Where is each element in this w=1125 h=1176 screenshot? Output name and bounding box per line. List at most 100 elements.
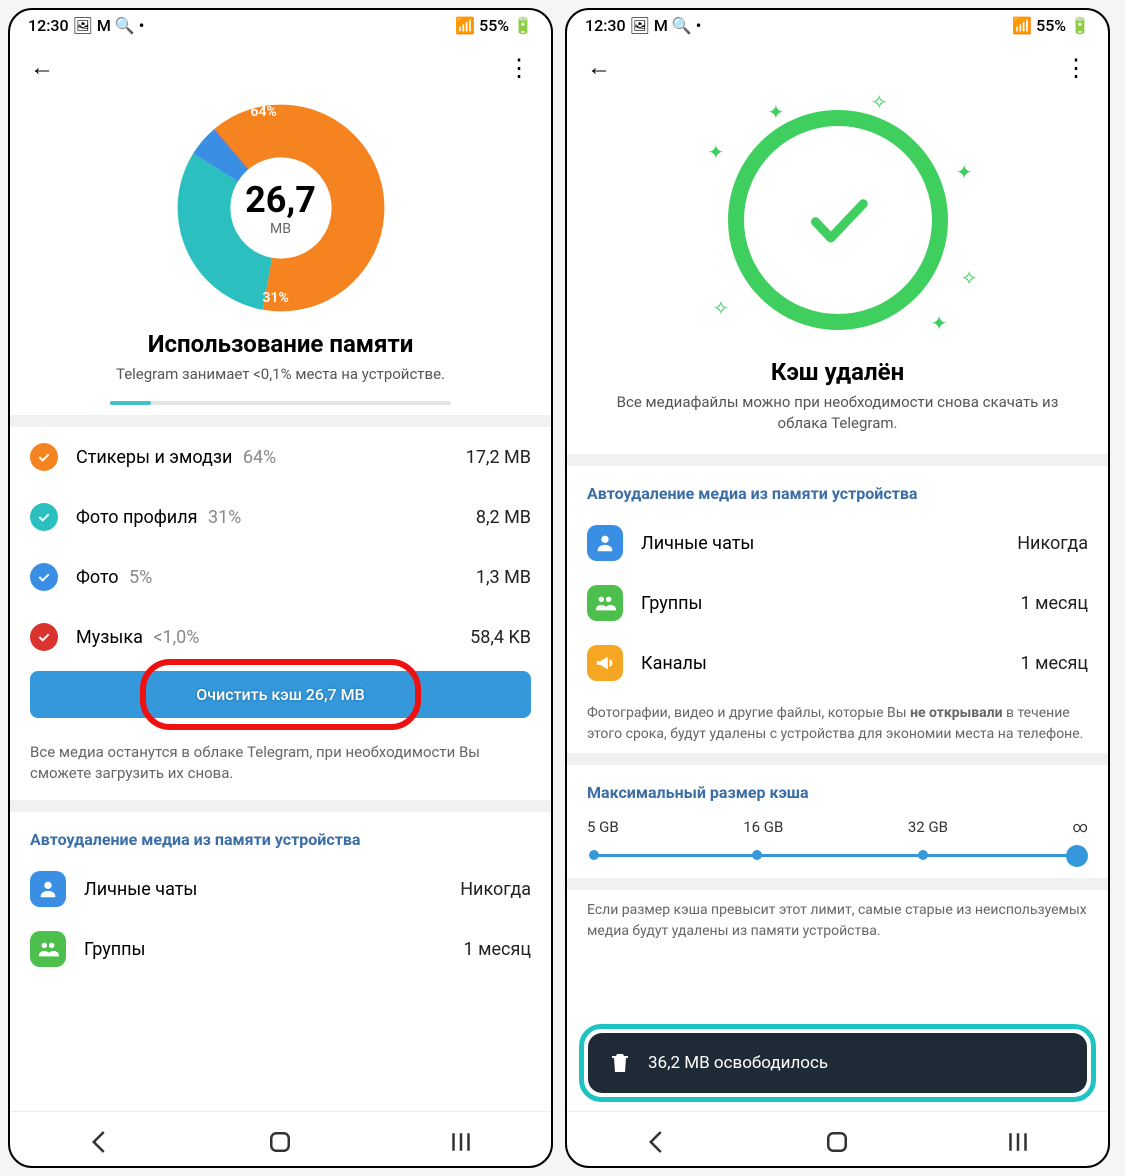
status-icons-right: 📶 bbox=[455, 16, 475, 35]
status-icons-left: 🖼 M 🔍 • bbox=[73, 16, 145, 35]
check-icon bbox=[30, 563, 58, 591]
list-value: Никогда bbox=[1017, 533, 1088, 554]
cache-label: Фото 5% bbox=[76, 567, 476, 588]
page-subtitle: Все медиафайлы можно при необходимости с… bbox=[567, 386, 1108, 440]
cache-label: Музыка <1,0% bbox=[76, 627, 470, 648]
list-row-groups[interactable]: Группы 1 месяц bbox=[567, 573, 1108, 633]
status-battery: 55% bbox=[1036, 16, 1066, 35]
header: ← ⋮ bbox=[567, 41, 1108, 90]
status-icons-left: 🖼 M 🔍 • bbox=[630, 16, 702, 35]
trash-icon bbox=[608, 1051, 632, 1075]
list-value: 1 месяц bbox=[464, 939, 531, 960]
slider-label: 32 GB bbox=[908, 818, 948, 836]
list-value: 1 месяц bbox=[1021, 653, 1088, 674]
nav-home-icon[interactable] bbox=[265, 1132, 295, 1152]
cache-size-slider[interactable]: 5 GB 16 GB 32 GB ∞ bbox=[567, 812, 1108, 878]
section-title: Автоудаление медиа из памяти устройства bbox=[567, 466, 1108, 513]
autodelete-footnote: Фотографии, видео и другие файлы, которы… bbox=[567, 693, 1108, 753]
back-icon[interactable]: ← bbox=[587, 53, 611, 82]
list-label: Каналы bbox=[641, 653, 1021, 674]
donut-pct-1: 31% bbox=[263, 290, 289, 306]
section-title: Максимальный размер кэша bbox=[567, 765, 1108, 812]
divider bbox=[10, 415, 551, 427]
check-icon bbox=[30, 443, 58, 471]
phone-left: 12:30🖼 M 🔍 • 📶55%🔋 ← ⋮ 26,7 MB 64% 31% bbox=[8, 8, 553, 1168]
divider bbox=[567, 753, 1108, 765]
slider-label: 5 GB bbox=[587, 818, 619, 836]
slider-thumb[interactable] bbox=[1066, 845, 1088, 867]
person-icon bbox=[30, 871, 66, 907]
status-icons-right: 📶 bbox=[1012, 16, 1032, 35]
donut-unit: MB bbox=[245, 221, 316, 237]
cache-size-footnote: Если размер кэша превысит этот лимит, са… bbox=[567, 890, 1108, 950]
cache-size: 58,4 KB bbox=[470, 627, 531, 648]
divider bbox=[567, 454, 1108, 466]
cache-list: Стикеры и эмодзи 64% 17,2 MB Фото профил… bbox=[10, 427, 551, 667]
list-row-groups[interactable]: Группы 1 месяц bbox=[10, 919, 551, 979]
annotation-highlight: 36,2 MB освободилось bbox=[579, 1024, 1096, 1102]
page-title: Использование памяти bbox=[10, 330, 551, 358]
battery-icon: 🔋 bbox=[1070, 16, 1090, 35]
donut-chart: 26,7 MB 64% 31% bbox=[10, 90, 551, 322]
toast-text: 36,2 MB освободилось bbox=[648, 1053, 828, 1073]
status-battery: 55% bbox=[479, 16, 509, 35]
nav-recent-icon[interactable] bbox=[446, 1132, 476, 1152]
list-label: Группы bbox=[641, 593, 1021, 614]
list-label: Группы bbox=[84, 939, 464, 960]
list-label: Личные чаты bbox=[641, 533, 1017, 554]
success-animation: ✦ ✧ ✦ ✦ ✧ ✦ ✧ bbox=[567, 90, 1108, 350]
cache-row[interactable]: Фото профиля 31% 8,2 MB bbox=[30, 487, 531, 547]
list-row-private[interactable]: Личные чаты Никогда bbox=[567, 513, 1108, 573]
statusbar: 12:30🖼 M 🔍 • 📶55%🔋 bbox=[10, 10, 551, 41]
cache-label: Стикеры и эмодзи 64% bbox=[76, 447, 466, 468]
nav-recent-icon[interactable] bbox=[1003, 1132, 1033, 1152]
list-row-channels[interactable]: Каналы 1 месяц bbox=[567, 633, 1108, 693]
cache-size: 8,2 MB bbox=[476, 507, 531, 528]
section-title: Автоудаление медиа из памяти устройства bbox=[10, 812, 551, 859]
checkmark-icon bbox=[728, 110, 948, 330]
donut-pct-0: 64% bbox=[251, 104, 277, 120]
cache-label: Фото профиля 31% bbox=[76, 507, 476, 528]
megaphone-icon bbox=[587, 645, 623, 681]
page-title: Кэш удалён bbox=[567, 358, 1108, 386]
clear-cache-button[interactable]: Очистить кэш 26,7 MB bbox=[30, 671, 531, 718]
toast: 36,2 MB освободилось bbox=[588, 1033, 1087, 1093]
list-row-private[interactable]: Личные чаты Никогда bbox=[10, 859, 551, 919]
back-icon[interactable]: ← bbox=[30, 53, 54, 82]
page-subtitle: Telegram занимает <0,1% места на устройс… bbox=[10, 358, 551, 391]
more-icon[interactable]: ⋮ bbox=[507, 54, 531, 82]
navbar bbox=[10, 1111, 551, 1166]
cache-size: 1,3 MB bbox=[476, 567, 531, 588]
check-icon bbox=[30, 623, 58, 651]
content: 26,7 MB 64% 31% Использование памяти Tel… bbox=[10, 90, 551, 1111]
status-time: 12:30 bbox=[585, 16, 626, 35]
cache-row[interactable]: Музыка <1,0% 58,4 KB bbox=[30, 607, 531, 667]
content: ✦ ✧ ✦ ✦ ✧ ✦ ✧ Кэш удалён Все медиафайлы … bbox=[567, 90, 1108, 1111]
battery-icon: 🔋 bbox=[513, 16, 533, 35]
note-text: Все медиа останутся в облаке Telegram, п… bbox=[10, 732, 551, 800]
list-value: Никогда bbox=[460, 879, 531, 900]
cache-row[interactable]: Стикеры и эмодзи 64% 17,2 MB bbox=[30, 427, 531, 487]
group-icon bbox=[587, 585, 623, 621]
status-time: 12:30 bbox=[28, 16, 69, 35]
navbar bbox=[567, 1111, 1108, 1166]
device-progress bbox=[110, 401, 451, 405]
more-icon[interactable]: ⋮ bbox=[1064, 54, 1088, 82]
slider-label: 16 GB bbox=[743, 818, 783, 836]
donut-value: 26,7 bbox=[245, 179, 316, 221]
nav-back-icon[interactable] bbox=[642, 1132, 672, 1152]
group-icon bbox=[30, 931, 66, 967]
check-icon bbox=[30, 503, 58, 531]
divider bbox=[10, 800, 551, 812]
nav-home-icon[interactable] bbox=[822, 1132, 852, 1152]
phone-right: 12:30🖼 M 🔍 • 📶55%🔋 ← ⋮ ✦ ✧ ✦ ✦ ✧ ✦ ✧ Кэш… bbox=[565, 8, 1110, 1168]
list-value: 1 месяц bbox=[1021, 593, 1088, 614]
divider bbox=[567, 878, 1108, 890]
slider-label: ∞ bbox=[1073, 818, 1088, 836]
header: ← ⋮ bbox=[10, 41, 551, 90]
nav-back-icon[interactable] bbox=[85, 1132, 115, 1152]
list-label: Личные чаты bbox=[84, 879, 460, 900]
statusbar: 12:30🖼 M 🔍 • 📶55%🔋 bbox=[567, 10, 1108, 41]
person-icon bbox=[587, 525, 623, 561]
cache-row[interactable]: Фото 5% 1,3 MB bbox=[30, 547, 531, 607]
